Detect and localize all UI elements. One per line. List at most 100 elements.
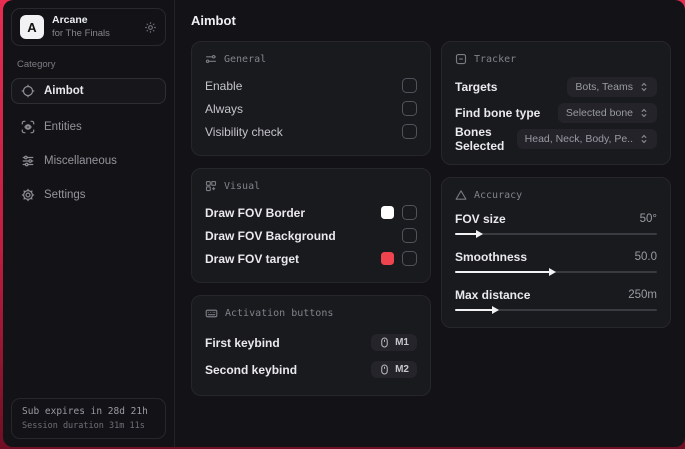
- sub-expiry-text: Sub expires in 28d 21h: [22, 406, 148, 417]
- first-keybind-button[interactable]: M1: [371, 334, 417, 351]
- setting-label: Draw FOV target: [205, 251, 300, 266]
- slider-value: 250m: [628, 288, 657, 301]
- enable-checkbox[interactable]: [402, 78, 417, 93]
- fov-target-checkbox[interactable]: [402, 251, 417, 266]
- tracker-row-targets: Targets Bots, Teams: [455, 74, 657, 100]
- card-title: Tracker: [474, 53, 517, 65]
- card-title: Visual: [224, 180, 261, 192]
- slider-thumb[interactable]: [492, 306, 500, 314]
- dropdown-value: Bots, Teams: [575, 81, 633, 93]
- sliders-icon: [21, 154, 35, 168]
- setting-label: Bones Selected: [455, 125, 505, 153]
- color-swatch[interactable]: [381, 252, 394, 265]
- slider-smoothness: Smoothness 50.0: [455, 248, 657, 277]
- always-checkbox[interactable]: [402, 101, 417, 116]
- tracker-row-find-bone-type: Find bone type Selected bone: [455, 100, 657, 126]
- keybind-row-second: Second keybind M2: [205, 356, 417, 383]
- app-logo: A: [20, 15, 44, 39]
- setting-row-fov-background: Draw FOV Background: [205, 224, 417, 247]
- sidebar-item-aimbot[interactable]: Aimbot: [11, 78, 166, 104]
- find-bone-type-dropdown[interactable]: Selected bone: [557, 103, 657, 123]
- color-swatch[interactable]: [381, 206, 394, 219]
- card-title: Activation buttons: [225, 308, 334, 319]
- slider-value: 50.0: [634, 250, 657, 263]
- keybind-value: M1: [395, 337, 409, 348]
- setting-label: Second keybind: [205, 362, 298, 377]
- scan-eye-icon: [21, 120, 35, 134]
- slider-value: 50°: [639, 212, 657, 225]
- dropdown-value: Selected bone: [565, 107, 633, 119]
- mouse-icon: [379, 337, 390, 348]
- main-content: Aimbot General Enable Always Visibility …: [176, 0, 685, 447]
- keybind-row-first: First keybind M1: [205, 329, 417, 356]
- keybind-value: M2: [395, 364, 409, 375]
- sidebar: A Arcane for The Finals Category Aimbot: [3, 0, 175, 447]
- app-subtitle: for The Finals: [52, 27, 110, 39]
- visual-card: Visual Draw FOV Border Draw FOV Backgrou…: [191, 168, 431, 283]
- app-name: Arcane: [52, 14, 88, 26]
- targets-dropdown[interactable]: Bots, Teams: [567, 77, 657, 97]
- chevrons-up-down-icon: [639, 82, 649, 92]
- sidebar-item-settings[interactable]: Settings: [11, 182, 166, 208]
- setting-row-always: Always: [205, 97, 417, 120]
- fov-border-checkbox[interactable]: [402, 205, 417, 220]
- focus-frame-icon: [455, 53, 467, 65]
- general-card: General Enable Always Visibility check: [191, 41, 431, 156]
- setting-label: Visibility check: [205, 124, 283, 139]
- sidebar-item-label: Entities: [44, 121, 82, 133]
- sidebar-item-label: Settings: [44, 189, 86, 201]
- dropdown-value: Head, Neck, Body, Pe..: [524, 133, 633, 145]
- subscription-info: Sub expires in 28d 21h Session duration …: [11, 398, 166, 439]
- setting-row-visibility-check: Visibility check: [205, 120, 417, 143]
- sidebar-item-label: Aimbot: [44, 85, 84, 97]
- triangle-icon: [455, 189, 467, 201]
- slider-label: FOV size: [455, 211, 506, 226]
- setting-label: Draw FOV Background: [205, 228, 336, 243]
- page-title: Aimbot: [191, 13, 236, 28]
- slider-label: Max distance: [455, 287, 531, 302]
- grid-icon: [205, 180, 217, 192]
- setting-label: Find bone type: [455, 106, 541, 120]
- settings-sliders-icon: [205, 53, 217, 65]
- session-duration-text: Session duration 31m 11s: [22, 421, 145, 431]
- chevrons-up-down-icon: [639, 134, 649, 144]
- gear-icon: [21, 188, 35, 202]
- bones-selected-dropdown[interactable]: Head, Neck, Body, Pe..: [516, 129, 657, 149]
- tracker-card: Tracker Targets Bots, Teams Find bone ty…: [441, 41, 671, 165]
- sidebar-item-entities[interactable]: Entities: [11, 114, 166, 140]
- slider-thumb[interactable]: [548, 268, 556, 276]
- setting-label: Targets: [455, 80, 498, 94]
- accuracy-card: Accuracy FOV size 50° Smoothness 50.0 Ma…: [441, 177, 671, 328]
- mouse-icon: [379, 364, 390, 375]
- smoothness-slider[interactable]: [455, 267, 657, 277]
- setting-row-fov-target: Draw FOV target: [205, 247, 417, 270]
- max-distance-slider[interactable]: [455, 305, 657, 315]
- setting-row-enable: Enable: [205, 74, 417, 97]
- category-label: Category: [17, 59, 56, 70]
- card-title: General: [224, 53, 267, 65]
- sidebar-item-miscellaneous[interactable]: Miscellaneous: [11, 148, 166, 174]
- setting-label: Draw FOV Border: [205, 205, 306, 220]
- crosshair-icon: [21, 84, 35, 98]
- setting-label: Enable: [205, 78, 243, 93]
- gear-icon[interactable]: [144, 21, 157, 34]
- slider-label: Smoothness: [455, 249, 528, 264]
- tracker-row-bones-selected: Bones Selected Head, Neck, Body, Pe..: [455, 125, 657, 153]
- brand-card: A Arcane for The Finals: [11, 8, 166, 46]
- setting-label: Always: [205, 101, 244, 116]
- fov-background-checkbox[interactable]: [402, 228, 417, 243]
- visibility-check-checkbox[interactable]: [402, 124, 417, 139]
- slider-thumb[interactable]: [476, 230, 484, 238]
- setting-row-fov-border: Draw FOV Border: [205, 201, 417, 224]
- slider-fov-size: FOV size 50°: [455, 210, 657, 239]
- fov-size-slider[interactable]: [455, 229, 657, 239]
- app-window: A Arcane for The Finals Category Aimbot: [3, 0, 685, 447]
- card-title: Accuracy: [474, 189, 523, 201]
- setting-label: First keybind: [205, 335, 280, 350]
- keyboard-icon: [205, 307, 218, 320]
- second-keybind-button[interactable]: M2: [371, 361, 417, 378]
- sidebar-item-label: Miscellaneous: [44, 155, 117, 167]
- chevrons-up-down-icon: [639, 108, 649, 118]
- slider-max-distance: Max distance 250m: [455, 286, 657, 315]
- activation-card: Activation buttons First keybind M1 Seco…: [191, 295, 431, 396]
